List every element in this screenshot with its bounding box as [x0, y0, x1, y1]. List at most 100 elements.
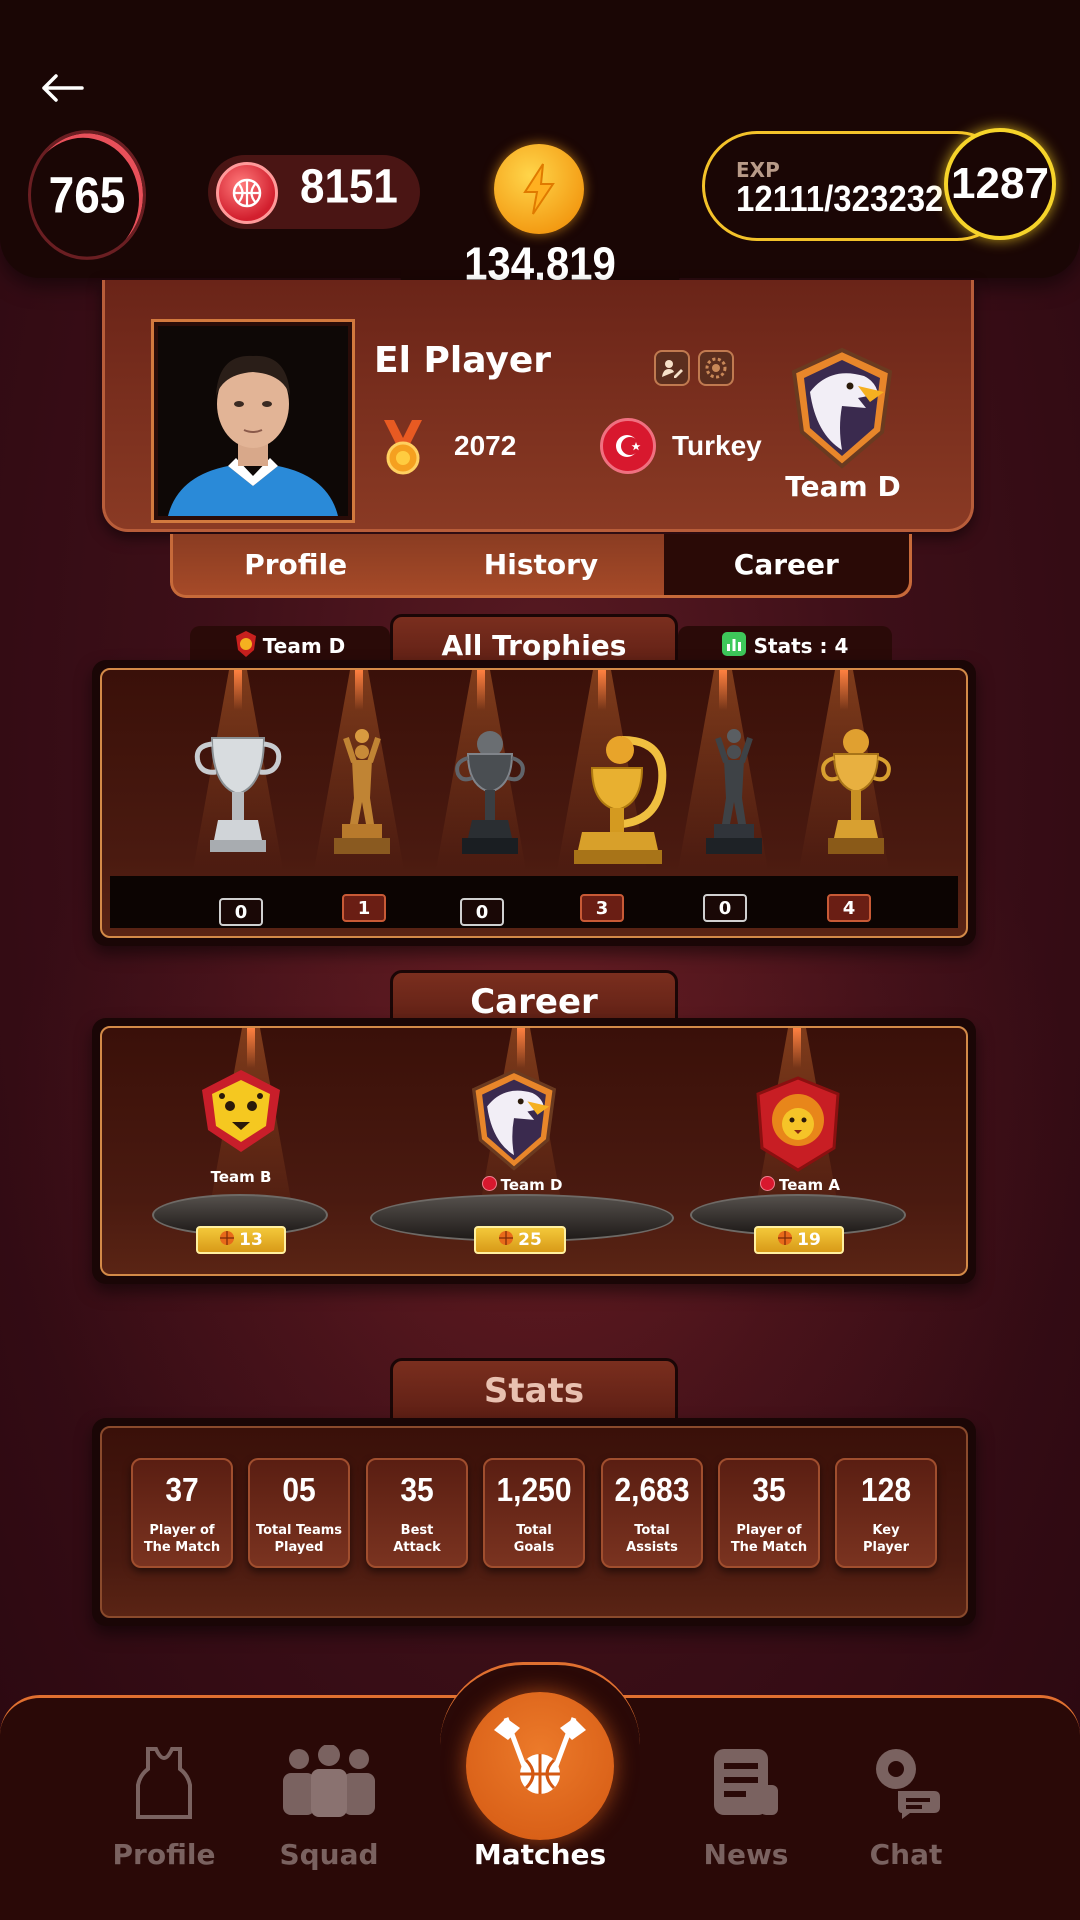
basketball-icon — [777, 1230, 793, 1251]
trophy-count: 3 — [580, 894, 624, 922]
exp-value: 12111/323232 — [736, 178, 944, 219]
stat-value: 35 — [400, 1472, 434, 1509]
dark-basketball-trophy-icon[interactable] — [450, 728, 530, 862]
exp-level-badge: 1287 — [944, 128, 1056, 240]
spotlight-core — [477, 670, 485, 710]
stat-label: Total Goals — [513, 1523, 555, 1555]
stat-label: Best Attack — [393, 1523, 441, 1555]
stat-value: 2,683 — [614, 1472, 690, 1509]
team-name: Team D — [785, 470, 901, 503]
trophy-count: 0 — [219, 898, 263, 926]
trophy-stats-label: Stats : 4 — [753, 634, 849, 658]
nav-news-button[interactable] — [666, 1745, 826, 1823]
career-count: 25 — [518, 1230, 542, 1250]
career-team-label: Team A — [779, 1176, 840, 1194]
stats-chart-icon — [721, 631, 746, 661]
basketball-icon — [219, 1230, 235, 1251]
stat-value: 1,250 — [496, 1472, 572, 1509]
stat-label: Key Player — [862, 1523, 910, 1555]
chat-ball-icon — [870, 1749, 942, 1823]
spotlight-core — [355, 670, 363, 710]
career-team-name: Team B — [210, 1168, 272, 1186]
jersey-icon — [134, 1747, 194, 1825]
career-count-tag: 13 — [196, 1226, 286, 1254]
stat-value: 37 — [165, 1472, 199, 1509]
player-name: El Player — [374, 340, 552, 381]
player-photo — [151, 319, 355, 523]
spotlight-core — [793, 1028, 801, 1068]
trophy-count: 0 — [460, 898, 504, 926]
stat-value: 128 — [860, 1472, 912, 1509]
dark-player-trophy-icon[interactable] — [694, 728, 774, 862]
career-count: 19 — [797, 1230, 821, 1250]
spotlight-core — [234, 670, 242, 710]
stat-card: 35 Player of The Match — [718, 1458, 820, 1568]
career-count-tag: 25 — [474, 1226, 566, 1254]
gold-swirl-hoop-trophy-icon[interactable] — [562, 728, 672, 872]
settings-gear-icon[interactable] — [698, 350, 734, 386]
level-ring: 765 — [28, 130, 146, 260]
edit-profile-icon[interactable] — [654, 350, 690, 386]
gold-player-trophy-icon[interactable] — [322, 728, 402, 862]
basketball-icon — [216, 162, 278, 224]
medal-icon — [378, 418, 428, 482]
stat-card: 37 Player of The Match — [131, 1458, 233, 1568]
career-team-name: Team A — [740, 1176, 860, 1194]
rank-value: 2072 — [454, 430, 517, 461]
career-count-tag: 19 — [754, 1226, 844, 1254]
stat-card: 05 Total Teams Played — [248, 1458, 350, 1568]
career-team-name: Team D — [462, 1176, 582, 1194]
stat-label: Total Assists — [626, 1523, 678, 1555]
stat-card: 35 Best Attack — [366, 1458, 468, 1568]
spotlight-core — [517, 1028, 525, 1068]
turkey-flag-icon — [600, 418, 656, 474]
spotlight-core — [247, 1028, 255, 1068]
nav-chat-button[interactable] — [826, 1745, 986, 1823]
silver-cup-trophy-icon[interactable] — [190, 728, 286, 862]
trophy-count: 1 — [342, 894, 386, 922]
stat-label: Player of The Match — [143, 1523, 221, 1555]
matches-flags-basketball-icon — [486, 1712, 594, 1812]
nav-profile-label: Profile — [112, 1838, 216, 1871]
cheetah-team-logo-icon[interactable] — [196, 1066, 286, 1160]
spotlight-core — [598, 670, 606, 710]
stat-label: Player of The Match — [730, 1523, 808, 1555]
nav-matches-label: Matches — [473, 1838, 607, 1871]
nav-matches-button[interactable] — [466, 1692, 614, 1840]
stat-value: 05 — [282, 1472, 316, 1509]
gold-basketball-cup-trophy-icon[interactable] — [816, 728, 896, 862]
spotlight-core — [840, 670, 848, 710]
tab-history[interactable]: History — [418, 534, 663, 595]
nav-profile-button[interactable] — [84, 1745, 244, 1825]
basketball-icon — [498, 1230, 514, 1251]
tab-profile[interactable]: Profile — [173, 534, 418, 595]
stat-card: 128 Key Player — [835, 1458, 937, 1568]
spotlight-core — [719, 670, 727, 710]
eagle-team-logo-icon[interactable] — [462, 1064, 566, 1178]
lion-team-logo-icon[interactable] — [754, 1074, 842, 1178]
country-name: Turkey — [672, 430, 762, 461]
nav-squad-button[interactable] — [249, 1744, 409, 1823]
trophy-count: 4 — [827, 894, 871, 922]
news-document-icon — [710, 1749, 782, 1823]
stat-label: Total Teams Played — [255, 1523, 343, 1555]
squad-group-icon — [281, 1744, 377, 1823]
nav-squad-label: Squad — [279, 1838, 379, 1871]
stat-value: 35 — [752, 1472, 786, 1509]
career-team-label: Team D — [500, 1176, 563, 1194]
nav-chat-label: Chat — [869, 1838, 943, 1871]
tab-career[interactable]: Career — [663, 534, 909, 595]
nav-news-label: News — [703, 1838, 789, 1871]
back-arrow-icon[interactable] — [36, 62, 88, 114]
stat-card: 2,683 Total Assists — [601, 1458, 703, 1568]
balls-count: 8151 — [300, 159, 398, 214]
stat-card: 1,250 Total Goals — [483, 1458, 585, 1568]
stats-header: Stats — [390, 1358, 678, 1424]
career-count: 13 — [239, 1230, 263, 1250]
lightning-coin-icon — [494, 144, 584, 234]
profile-tabs: Profile History Career — [170, 534, 912, 598]
lion-team-icon — [235, 630, 257, 663]
trophy-team-label: Team D — [262, 634, 346, 658]
eagle-team-logo-icon[interactable] — [780, 342, 904, 476]
trophy-count: 0 — [703, 894, 747, 922]
